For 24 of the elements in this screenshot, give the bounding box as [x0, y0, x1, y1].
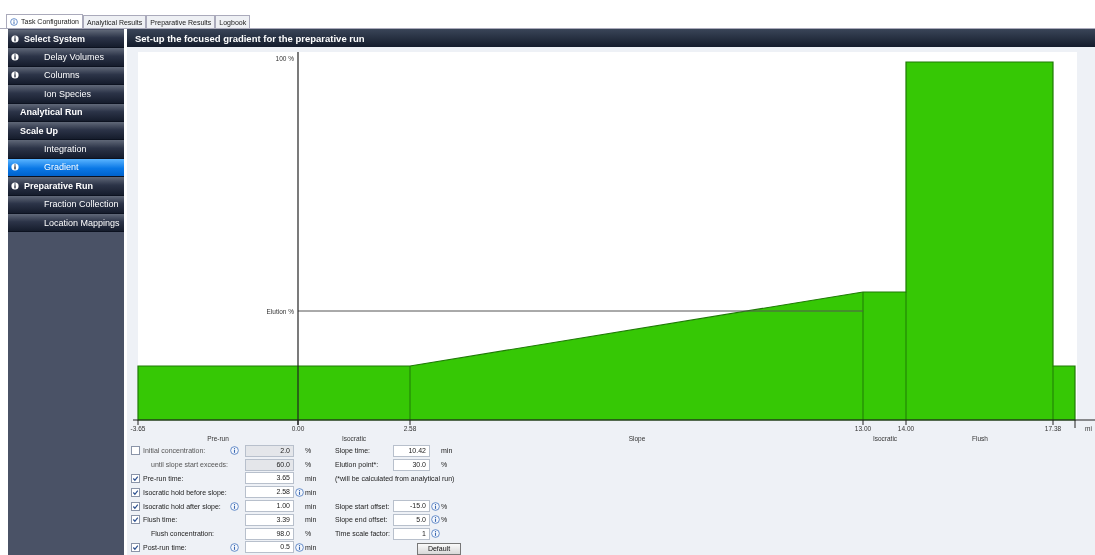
checkbox[interactable] [131, 474, 140, 483]
info-icon[interactable] [230, 501, 239, 511]
info-icon[interactable] [431, 515, 440, 525]
checkbox[interactable] [131, 487, 140, 497]
sidebar-item[interactable]: Delay Volumes [8, 48, 124, 67]
info-icon [11, 53, 19, 62]
sidebar-item[interactable]: Preparative Run [8, 177, 124, 196]
checkbox[interactable] [131, 515, 140, 525]
checkbox[interactable] [131, 542, 140, 552]
checkbox[interactable] [131, 501, 140, 511]
info-icon[interactable] [431, 529, 440, 539]
sidebar-item[interactable]: Integration [8, 140, 124, 159]
info-icon [11, 71, 19, 80]
info-icon [10, 17, 18, 26]
info-icon[interactable] [230, 542, 239, 552]
info-icon[interactable] [295, 542, 304, 552]
panel-title: Set-up the focused gradient for the preparative run [127, 29, 1095, 47]
info-icon [11, 181, 19, 190]
info-icon[interactable] [431, 501, 440, 511]
sidebar-item[interactable]: Ion Species [8, 85, 124, 104]
sidebar-item[interactable]: Select System [8, 30, 124, 49]
info-icon [11, 34, 19, 43]
info-icon[interactable] [295, 487, 304, 497]
info-icon [11, 163, 19, 172]
